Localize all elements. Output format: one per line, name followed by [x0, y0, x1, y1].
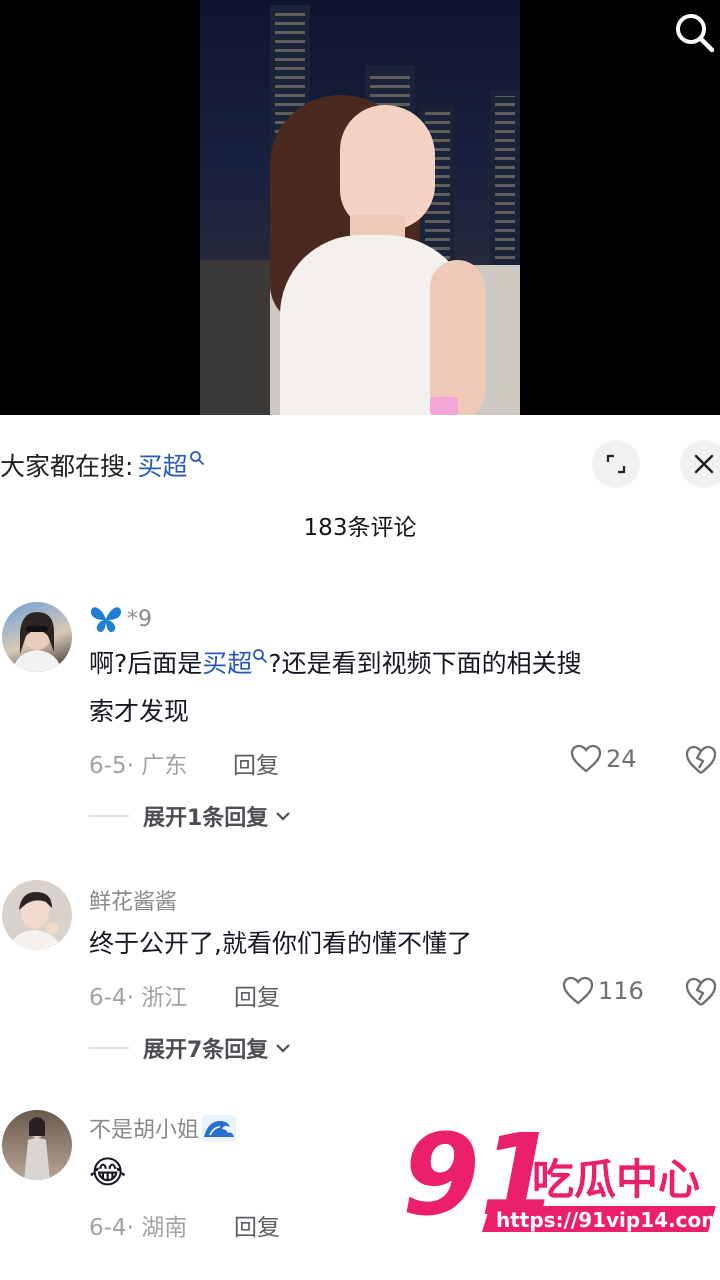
comment-author-name: *9	[127, 606, 152, 632]
reply-button[interactable]: 回复	[234, 1208, 280, 1242]
search-suggestion-label: 大家都在搜:	[0, 452, 134, 481]
close-button[interactable]	[680, 440, 720, 488]
search-suggestion-keyword[interactable]: 买超	[137, 447, 187, 483]
comment-text-part: 啊?后面是	[89, 649, 203, 678]
comment-author[interactable]: 不是胡小姐	[89, 1112, 237, 1144]
watermark-brand: 吃瓜中心	[532, 1155, 700, 1204]
expand-replies-label: 展开7条回复	[143, 1038, 269, 1063]
chevron-down-icon	[276, 812, 291, 821]
reply-button[interactable]: 回复	[233, 746, 279, 780]
comment-author-name: 不是胡小姐	[89, 1118, 200, 1143]
heart-icon	[562, 976, 594, 1005]
comment-author[interactable]: *9	[89, 604, 152, 634]
video-player[interactable]	[0, 0, 720, 415]
comment-text: 终于公开了,就看你们看的懂不懂了	[89, 929, 472, 958]
expand-replies-button[interactable]: 展开1条回复	[89, 800, 292, 832]
avatar[interactable]	[2, 880, 72, 950]
like-button[interactable]: 116	[562, 976, 644, 1006]
expand-icon	[606, 454, 626, 474]
comment-keyword-link[interactable]: 买超	[202, 649, 252, 678]
comment-text: 啊?后面是买超 ?还是看到视频下面的相关搜索才发现	[89, 640, 704, 736]
video-frame	[200, 0, 520, 415]
watermark-url: https://91vip14.com	[496, 1208, 720, 1232]
search-icon	[253, 649, 268, 663]
wave-icon	[202, 1115, 237, 1141]
expand-replies-label: 展开1条回复	[143, 806, 269, 831]
close-icon	[694, 454, 714, 474]
comment-text-part: ?还是看到视频下面的相关搜	[268, 649, 582, 678]
expand-replies-button[interactable]: 展开7条回复	[89, 1032, 292, 1064]
like-button[interactable]: 24	[570, 744, 637, 774]
reply-button[interactable]: 回复	[234, 978, 280, 1012]
comment-date-location: 6-5· 广东	[89, 753, 188, 779]
chevron-down-icon	[276, 1044, 291, 1053]
comment-date-location: 6-4· 浙江	[89, 985, 188, 1011]
comment-author[interactable]: 鲜花酱酱	[89, 884, 177, 916]
comment-count: 183条评论	[303, 515, 417, 541]
butterfly-icon	[91, 607, 121, 633]
like-count: 24	[606, 745, 637, 773]
watermark: 91 吃瓜中心 https://91vip14.com	[400, 1110, 720, 1250]
search-icon[interactable]	[672, 10, 716, 54]
search-suggestion: 大家都在搜: 买超	[0, 445, 205, 485]
avatar[interactable]	[2, 1110, 72, 1180]
heart-icon	[570, 744, 602, 773]
expand-button[interactable]	[592, 440, 640, 488]
comment-date-location: 6-4· 湖南	[89, 1215, 188, 1241]
like-count: 116	[598, 977, 644, 1005]
dislike-icon[interactable]	[684, 975, 718, 1009]
gift-icon	[430, 397, 458, 415]
comment-text-part: 索才发现	[89, 697, 190, 726]
avatar[interactable]	[2, 602, 72, 672]
comment-author-name: 鲜花酱酱	[89, 890, 178, 915]
dislike-icon[interactable]	[684, 743, 718, 777]
search-icon	[190, 451, 205, 465]
